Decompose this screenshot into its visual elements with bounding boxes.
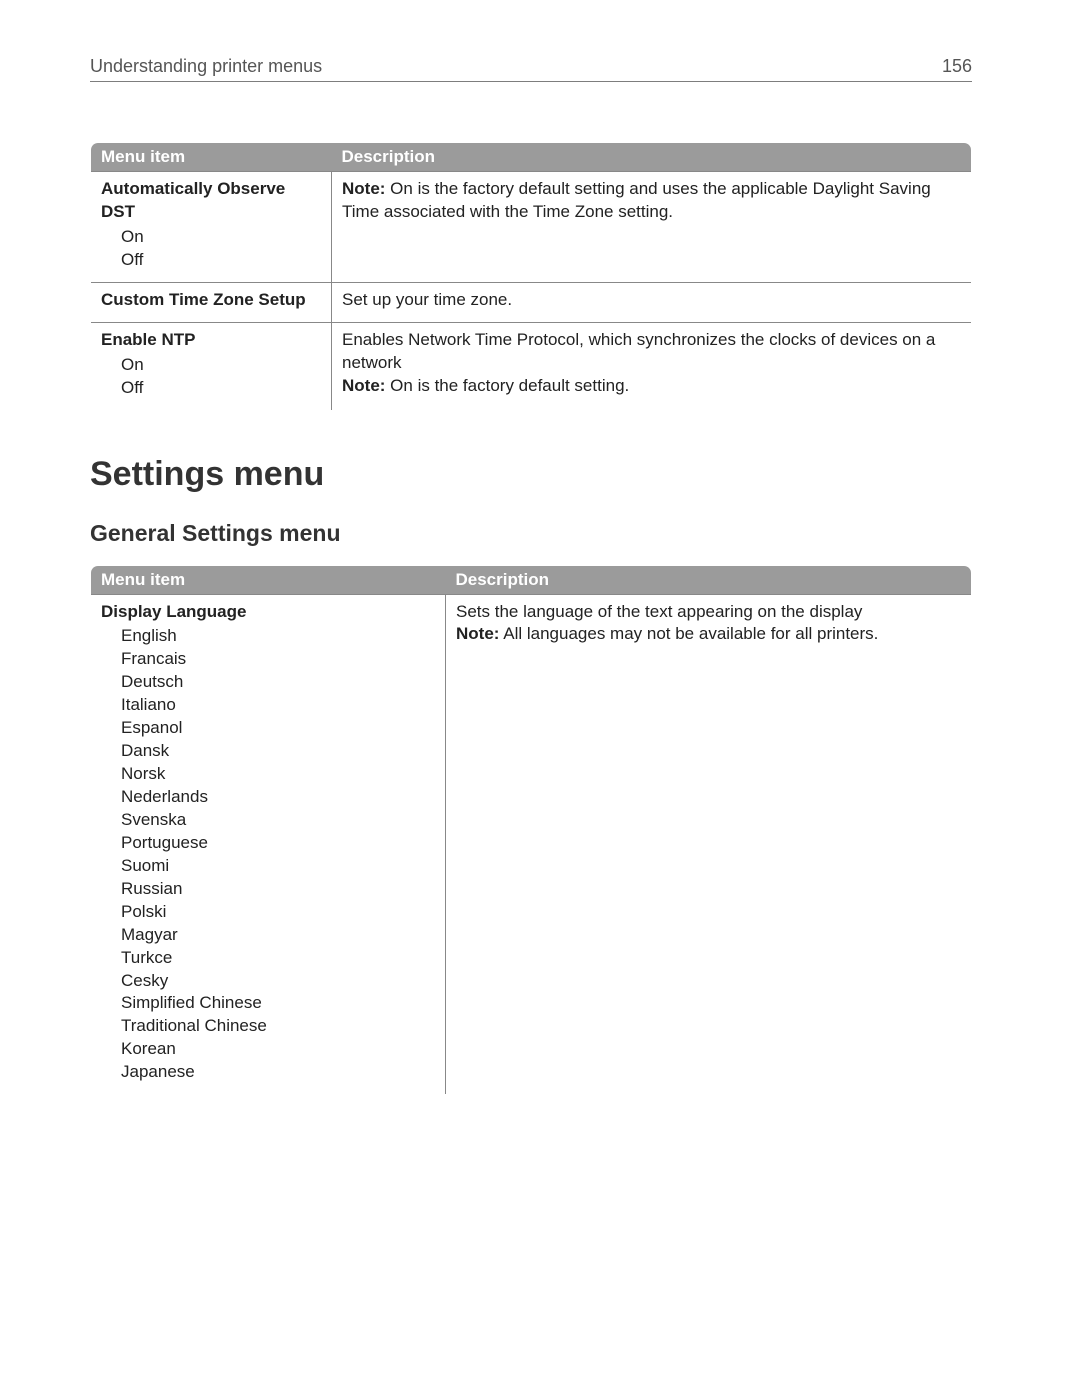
menu-item: Display Language EnglishFrancaisDeutschI…: [101, 601, 435, 1085]
menu-item-title: Custom Time Zone Setup: [101, 289, 321, 312]
menu-item-option: On: [121, 354, 321, 377]
menu-item-description: Sets the language of the text appearing …: [446, 594, 972, 1095]
menu-item-option: Japanese: [121, 1061, 435, 1084]
table-time-settings: Menu item Description Automatically Obse…: [90, 142, 972, 411]
description-text: Enables Network Time Protocol, which syn…: [342, 329, 961, 375]
menu-item-option: Off: [121, 377, 321, 400]
menu-item-option: Svenska: [121, 809, 435, 832]
menu-item-option: Suomi: [121, 855, 435, 878]
menu-item-option: Norsk: [121, 763, 435, 786]
menu-item: Enable NTP On Off: [101, 329, 321, 400]
running-header-title: Understanding printer menus: [90, 56, 322, 77]
menu-item-option: Francais: [121, 648, 435, 671]
menu-item-option: Dansk: [121, 740, 435, 763]
menu-item-title: Automatically Observe DST: [101, 178, 321, 224]
menu-item-title: Display Language: [101, 601, 435, 624]
section-title: Settings menu: [90, 455, 972, 494]
table-general-settings: Menu item Description Display Language E…: [90, 565, 972, 1096]
menu-item-title: Enable NTP: [101, 329, 321, 352]
page: Understanding printer menus 156 Menu ite…: [0, 0, 1080, 1397]
table2-col-header-menu-item: Menu item: [91, 565, 446, 594]
menu-item-option: Italiano: [121, 694, 435, 717]
menu-item-option: Portuguese: [121, 832, 435, 855]
menu-item-option: Espanol: [121, 717, 435, 740]
menu-item-option: Deutsch: [121, 671, 435, 694]
menu-item-description: Enables Network Time Protocol, which syn…: [332, 322, 972, 410]
menu-item-option: On: [121, 226, 321, 249]
menu-item-option: Russian: [121, 878, 435, 901]
menu-item: Custom Time Zone Setup: [101, 289, 321, 312]
table-row: Automatically Observe DST On Off Note: O…: [91, 172, 972, 283]
description-text: Sets the language of the text appearing …: [456, 601, 961, 624]
menu-item: Automatically Observe DST On Off: [101, 178, 321, 272]
table2-col-header-description: Description: [446, 565, 972, 594]
note-label: Note:: [342, 376, 385, 395]
menu-item-option: Polski: [121, 901, 435, 924]
note-label: Note:: [456, 624, 499, 643]
menu-item-description: Set up your time zone.: [332, 282, 972, 322]
menu-item-option: Traditional Chinese: [121, 1015, 435, 1038]
menu-item-description: Note: On is the factory default setting …: [332, 172, 972, 283]
note-label: Note:: [342, 179, 385, 198]
menu-item-option: English: [121, 625, 435, 648]
table-row: Display Language EnglishFrancaisDeutschI…: [91, 594, 972, 1095]
table1-col-header-menu-item: Menu item: [91, 143, 332, 172]
table1-col-header-description: Description: [332, 143, 972, 172]
note-text: On is the factory default setting.: [385, 376, 629, 395]
menu-item-option: Korean: [121, 1038, 435, 1061]
menu-item-option: Nederlands: [121, 786, 435, 809]
menu-item-option: Off: [121, 249, 321, 272]
note-text: On is the factory default setting and us…: [342, 179, 931, 221]
menu-item-option: Simplified Chinese: [121, 992, 435, 1015]
table-row: Enable NTP On Off Enables Network Time P…: [91, 322, 972, 410]
table-row: Custom Time Zone Setup Set up your time …: [91, 282, 972, 322]
running-header-page: 156: [942, 56, 972, 77]
menu-item-option: Turkce: [121, 947, 435, 970]
menu-item-option: Magyar: [121, 924, 435, 947]
running-header: Understanding printer menus 156: [90, 56, 972, 82]
menu-item-option: Cesky: [121, 970, 435, 993]
note-text: All languages may not be available for a…: [499, 624, 878, 643]
subsection-title: General Settings menu: [90, 520, 972, 547]
